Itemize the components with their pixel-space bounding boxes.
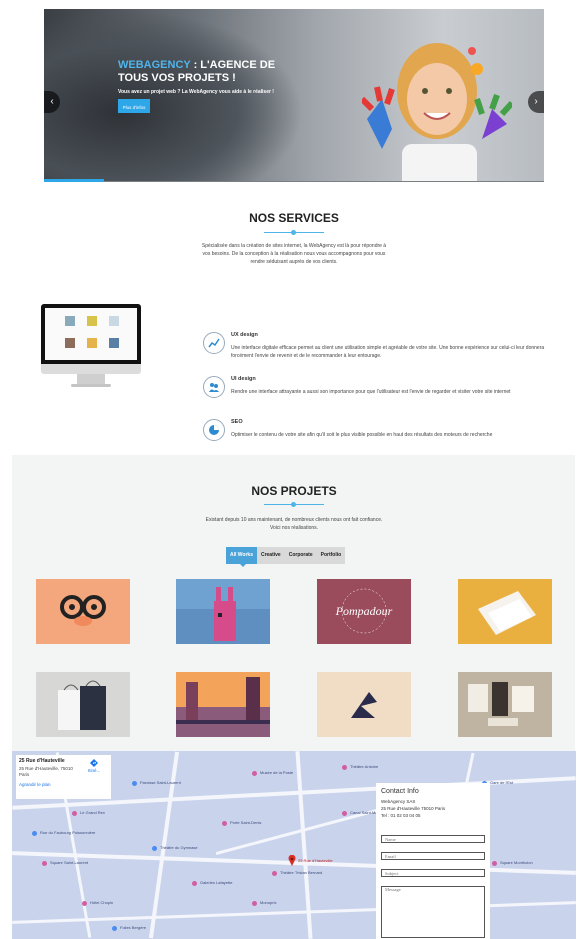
- service-name: UI design: [231, 376, 256, 382]
- hero-title: WEBAGENCY : L'AGENCE DE TOUS VOS PROJETS…: [118, 59, 276, 84]
- contact-company: WebAgency SAS: [381, 799, 416, 804]
- map-info-box: 25 Rue d'Hauteville 25 Rue d'Hauteville,…: [16, 755, 111, 799]
- project-thumb-city[interactable]: [176, 672, 270, 737]
- project-thumb-papers[interactable]: [458, 579, 552, 644]
- project-thumb-pompadour[interactable]: Pompadour: [317, 579, 411, 644]
- projects-intro: Existant depuis 10 ans maintenant, de no…: [205, 517, 383, 531]
- map-address-detail: 25 Rue d'Hauteville, 75010 Paris: [19, 766, 73, 777]
- filter-all-works[interactable]: All Works: [226, 547, 257, 567]
- service-desc: Rendre une interface attrayante a aussi …: [231, 389, 511, 395]
- map-marker-icon[interactable]: [288, 855, 296, 866]
- contact-tel: Tel : 01 02 03 04 05: [381, 813, 421, 818]
- enlarge-map-link[interactable]: Agrandir le plan: [19, 782, 108, 787]
- filter-portfolio[interactable]: Portfolio: [317, 547, 346, 564]
- service-name: UX design: [231, 332, 258, 338]
- hero-slider: WEBAGENCY : L'AGENCE DE TOUS VOS PROJETS…: [44, 9, 544, 182]
- message-input[interactable]: [381, 886, 485, 938]
- pie-icon: [203, 419, 225, 441]
- project-thumb-rabbit[interactable]: [176, 579, 270, 644]
- email-input[interactable]: [381, 852, 485, 860]
- projects-divider: [264, 502, 324, 507]
- more-info-button[interactable]: Plus d'infos: [118, 99, 150, 113]
- project-thumb-stationery[interactable]: [458, 672, 552, 737]
- services-title: NOS SERVICES: [249, 211, 339, 225]
- imac-mockup: [41, 304, 141, 388]
- service-desc: Optimiser le contenu de votre site afin …: [231, 432, 493, 438]
- projects-title: NOS PROJETS: [251, 484, 337, 498]
- contact-address: 25 Rue d'Hauteville 75010 Paris: [381, 806, 446, 811]
- contact-panel: Contact Info WebAgency SAS 25 Rue d'Haut…: [376, 783, 490, 939]
- filter-creative[interactable]: Creative: [257, 547, 285, 564]
- directions-link[interactable]: Itiné...: [88, 759, 100, 773]
- project-filters: All Works Creative Corporate Portfolio: [226, 547, 346, 567]
- name-input[interactable]: [381, 835, 485, 843]
- service-desc: Une interface digitale efficace permet a…: [231, 345, 545, 359]
- pompadour-logo-text: Pompadour: [335, 604, 393, 618]
- hero-subtitle: Vous avez un projet web ? La WebAgency v…: [118, 89, 274, 95]
- project-thumb-bags[interactable]: [36, 672, 130, 737]
- project-thumb-glasses[interactable]: [36, 579, 130, 644]
- users-icon: [203, 376, 225, 398]
- filter-corporate[interactable]: Corporate: [285, 547, 317, 564]
- slider-track: [44, 181, 544, 182]
- chart-icon: [203, 332, 225, 354]
- subject-input[interactable]: [381, 869, 485, 877]
- services-divider: [264, 230, 324, 235]
- contact-title: Contact Info: [381, 788, 419, 795]
- directions-icon: [90, 759, 99, 767]
- slider-progress: [44, 179, 104, 182]
- map-marker-label: 25 Rue d'Hauteville: [298, 858, 333, 863]
- project-thumb-logo[interactable]: [317, 672, 411, 737]
- hero-image: [362, 43, 512, 182]
- next-slide-icon[interactable]: ›: [528, 91, 544, 113]
- services-intro: Spécialisée dans la création de sites in…: [201, 243, 387, 265]
- service-name: SEO: [231, 419, 243, 425]
- hero-background: [44, 9, 304, 182]
